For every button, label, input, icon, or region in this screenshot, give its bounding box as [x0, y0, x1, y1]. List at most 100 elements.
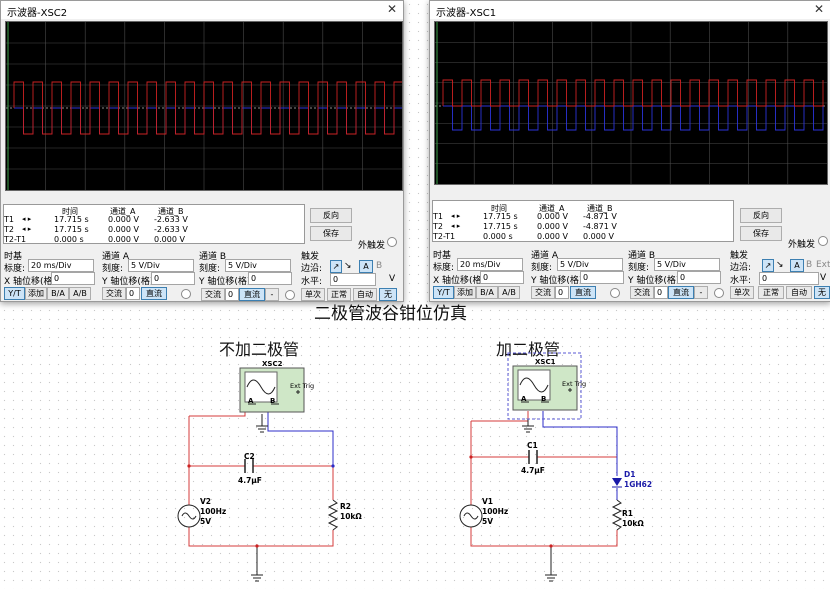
mode-add-button[interactable]: 添加 [454, 286, 476, 299]
titlebar-xsc2[interactable]: 示波器-XSC2 ✕ [1, 1, 403, 19]
channel-a-radio[interactable] [610, 288, 620, 298]
cursor-arrows-icon[interactable]: ◂ ▸ [451, 222, 460, 230]
trigger-edge-label: 边沿: [730, 263, 752, 273]
mode-yt-button[interactable]: Y/T [4, 287, 25, 300]
channel-a-ac-button[interactable]: 交流 [102, 287, 126, 300]
channel-a-ypos-label: Y 轴位移(格): [102, 277, 157, 287]
v1-freq: 100Hz [482, 507, 509, 516]
trigger-normal-button[interactable]: 正常 [327, 288, 351, 301]
channel-b-trace [443, 105, 824, 131]
readout-time-value: 0.000 s [54, 235, 84, 244]
mode-yt-button[interactable]: Y/T [433, 286, 454, 299]
reverse-button[interactable]: 反向 [310, 208, 352, 223]
trigger-auto-button[interactable]: 自动 [353, 288, 377, 301]
channel-b-ac-button[interactable]: 交流 [630, 286, 654, 299]
cursor-arrows-icon[interactable]: ◂ ▸ [22, 215, 31, 223]
trigger-single-button[interactable]: 单次 [301, 288, 325, 301]
channel-b-dc-button[interactable]: 直流 [668, 286, 694, 299]
channel-a-zero[interactable]: 0 [555, 286, 569, 299]
trigger-source-a[interactable]: A [790, 259, 804, 272]
trigger-normal-button[interactable]: 正常 [758, 286, 784, 299]
trigger-none-button[interactable]: 无 [814, 286, 830, 299]
channel-b-ypos-field[interactable]: 0 [677, 271, 721, 284]
mode-add-button[interactable]: 添加 [25, 287, 47, 300]
right-scope-ch-b: B [541, 395, 547, 403]
trigger-level-unit: V [820, 273, 827, 283]
ext-trigger-radio[interactable] [387, 237, 397, 247]
timebase-scale-field[interactable]: 20 ms/Div [457, 258, 523, 271]
rising-edge-icon[interactable]: ↗ [762, 259, 774, 272]
readout-channel-a-value: 0.000 V [108, 225, 139, 234]
scope-window-xsc1[interactable]: 示波器-XSC1 ✕ 反向 保存 外触发 时基 标度: 20 ms/Div X … [429, 0, 830, 302]
x-position-field[interactable]: 0 [51, 272, 95, 285]
save-button[interactable]: 保存 [310, 226, 352, 241]
channel-b-ac-button[interactable]: 交流 [201, 288, 225, 301]
readout-channel-b-value: -2.633 V [154, 225, 188, 234]
channel-b-scale-field[interactable]: 5 V/Div [225, 259, 291, 272]
ext-trigger-radio[interactable] [818, 236, 828, 246]
trigger-level-field[interactable]: 0 [330, 273, 376, 286]
mode-ba-button[interactable]: B/A [476, 286, 498, 299]
trigger-level-field[interactable]: 0 [759, 272, 819, 285]
c1-ref: C1 [527, 441, 538, 450]
trigger-auto-button[interactable]: 自动 [786, 286, 812, 299]
cursor-arrows-icon[interactable]: ◂ ▸ [22, 225, 31, 233]
scope-window-xsc2[interactable]: 示波器-XSC2 ✕ 反向 保存 外触发 时基 标度: 20 ms/Div X … [0, 0, 404, 302]
readout-channel-a-value: 0.000 V [537, 222, 568, 231]
cursor-arrows-icon[interactable]: ◂ ▸ [451, 212, 460, 220]
titlebar-xsc1[interactable]: 示波器-XSC1 ✕ [430, 1, 830, 19]
channel-a-dc-button[interactable]: 直流 [141, 287, 167, 300]
rising-edge-icon[interactable]: ↗ [330, 260, 342, 273]
channel-b-minus-button[interactable]: - [265, 288, 279, 301]
channel-a-radio[interactable] [181, 289, 191, 299]
channel-b-radio[interactable] [714, 288, 724, 298]
channel-b-minus-button[interactable]: - [694, 286, 708, 299]
trigger-source-b[interactable]: B [806, 260, 812, 270]
close-icon[interactable]: ✕ [387, 2, 397, 16]
trigger-single-button[interactable]: 单次 [730, 286, 754, 299]
readout-row-label: T1 [433, 212, 443, 221]
trigger-none-button[interactable]: 无 [379, 288, 397, 301]
channel-a-ypos-field[interactable]: 0 [151, 272, 195, 285]
falling-edge-icon[interactable]: ↘ [344, 261, 352, 271]
readout-channel-b-value: 0.000 V [154, 235, 185, 244]
mode-ab-button[interactable]: A/B [498, 286, 520, 299]
close-icon[interactable]: ✕ [814, 2, 824, 16]
timebase-scale-label: 标度: [433, 263, 455, 273]
trigger-source-a[interactable]: A [359, 260, 373, 273]
readout-row-label: T2 [4, 225, 14, 234]
reverse-button[interactable]: 反向 [740, 208, 782, 223]
channel-b-zero[interactable]: 0 [225, 288, 239, 301]
channel-a-dc-button[interactable]: 直流 [570, 286, 596, 299]
trigger-source-b[interactable]: B [376, 261, 382, 271]
falling-edge-icon[interactable]: ↘ [776, 260, 784, 270]
d1-value: 1GH62 [624, 480, 653, 489]
channel-b-zero[interactable]: 0 [654, 286, 668, 299]
channel-b-dc-button[interactable]: 直流 [239, 288, 265, 301]
save-button[interactable]: 保存 [740, 226, 782, 241]
v1-ref: V1 [482, 497, 494, 506]
readout-channel-a-value: 0.000 V [537, 232, 568, 241]
channel-b-ypos-field[interactable]: 0 [248, 272, 292, 285]
r1-value: 10kΩ [622, 519, 644, 528]
channel-a-scale-field[interactable]: 5 V/Div [128, 259, 194, 272]
channel-b-scale-field[interactable]: 5 V/Div [654, 258, 720, 271]
right-ext-trig-label: Ext Trig [562, 380, 586, 388]
window-title-xsc2: 示波器-XSC2 [7, 8, 68, 19]
x-position-field[interactable]: 0 [480, 271, 524, 284]
readout-channel-b-value: -2.633 V [154, 215, 188, 224]
scope-screen-xsc2[interactable] [5, 21, 403, 191]
mode-ab-button[interactable]: A/B [69, 287, 91, 300]
timebase-scale-field[interactable]: 20 ms/Div [28, 259, 94, 272]
readout-channel-a-value: 0.000 V [108, 215, 139, 224]
channel-a-zero[interactable]: 0 [126, 287, 140, 300]
readout-channel-b-value: -4.871 V [583, 222, 617, 231]
scope-screen-xsc1[interactable] [434, 21, 828, 185]
channel-a-ypos-field[interactable]: 0 [580, 271, 624, 284]
trigger-source-ext[interactable]: Ext [816, 260, 830, 270]
channel-a-ac-button[interactable]: 交流 [531, 286, 555, 299]
channel-a-scale-field[interactable]: 5 V/Div [557, 258, 623, 271]
mode-ba-button[interactable]: B/A [47, 287, 69, 300]
channel-b-radio[interactable] [285, 290, 295, 300]
readout-channel-b-value: 0.000 V [583, 232, 614, 241]
